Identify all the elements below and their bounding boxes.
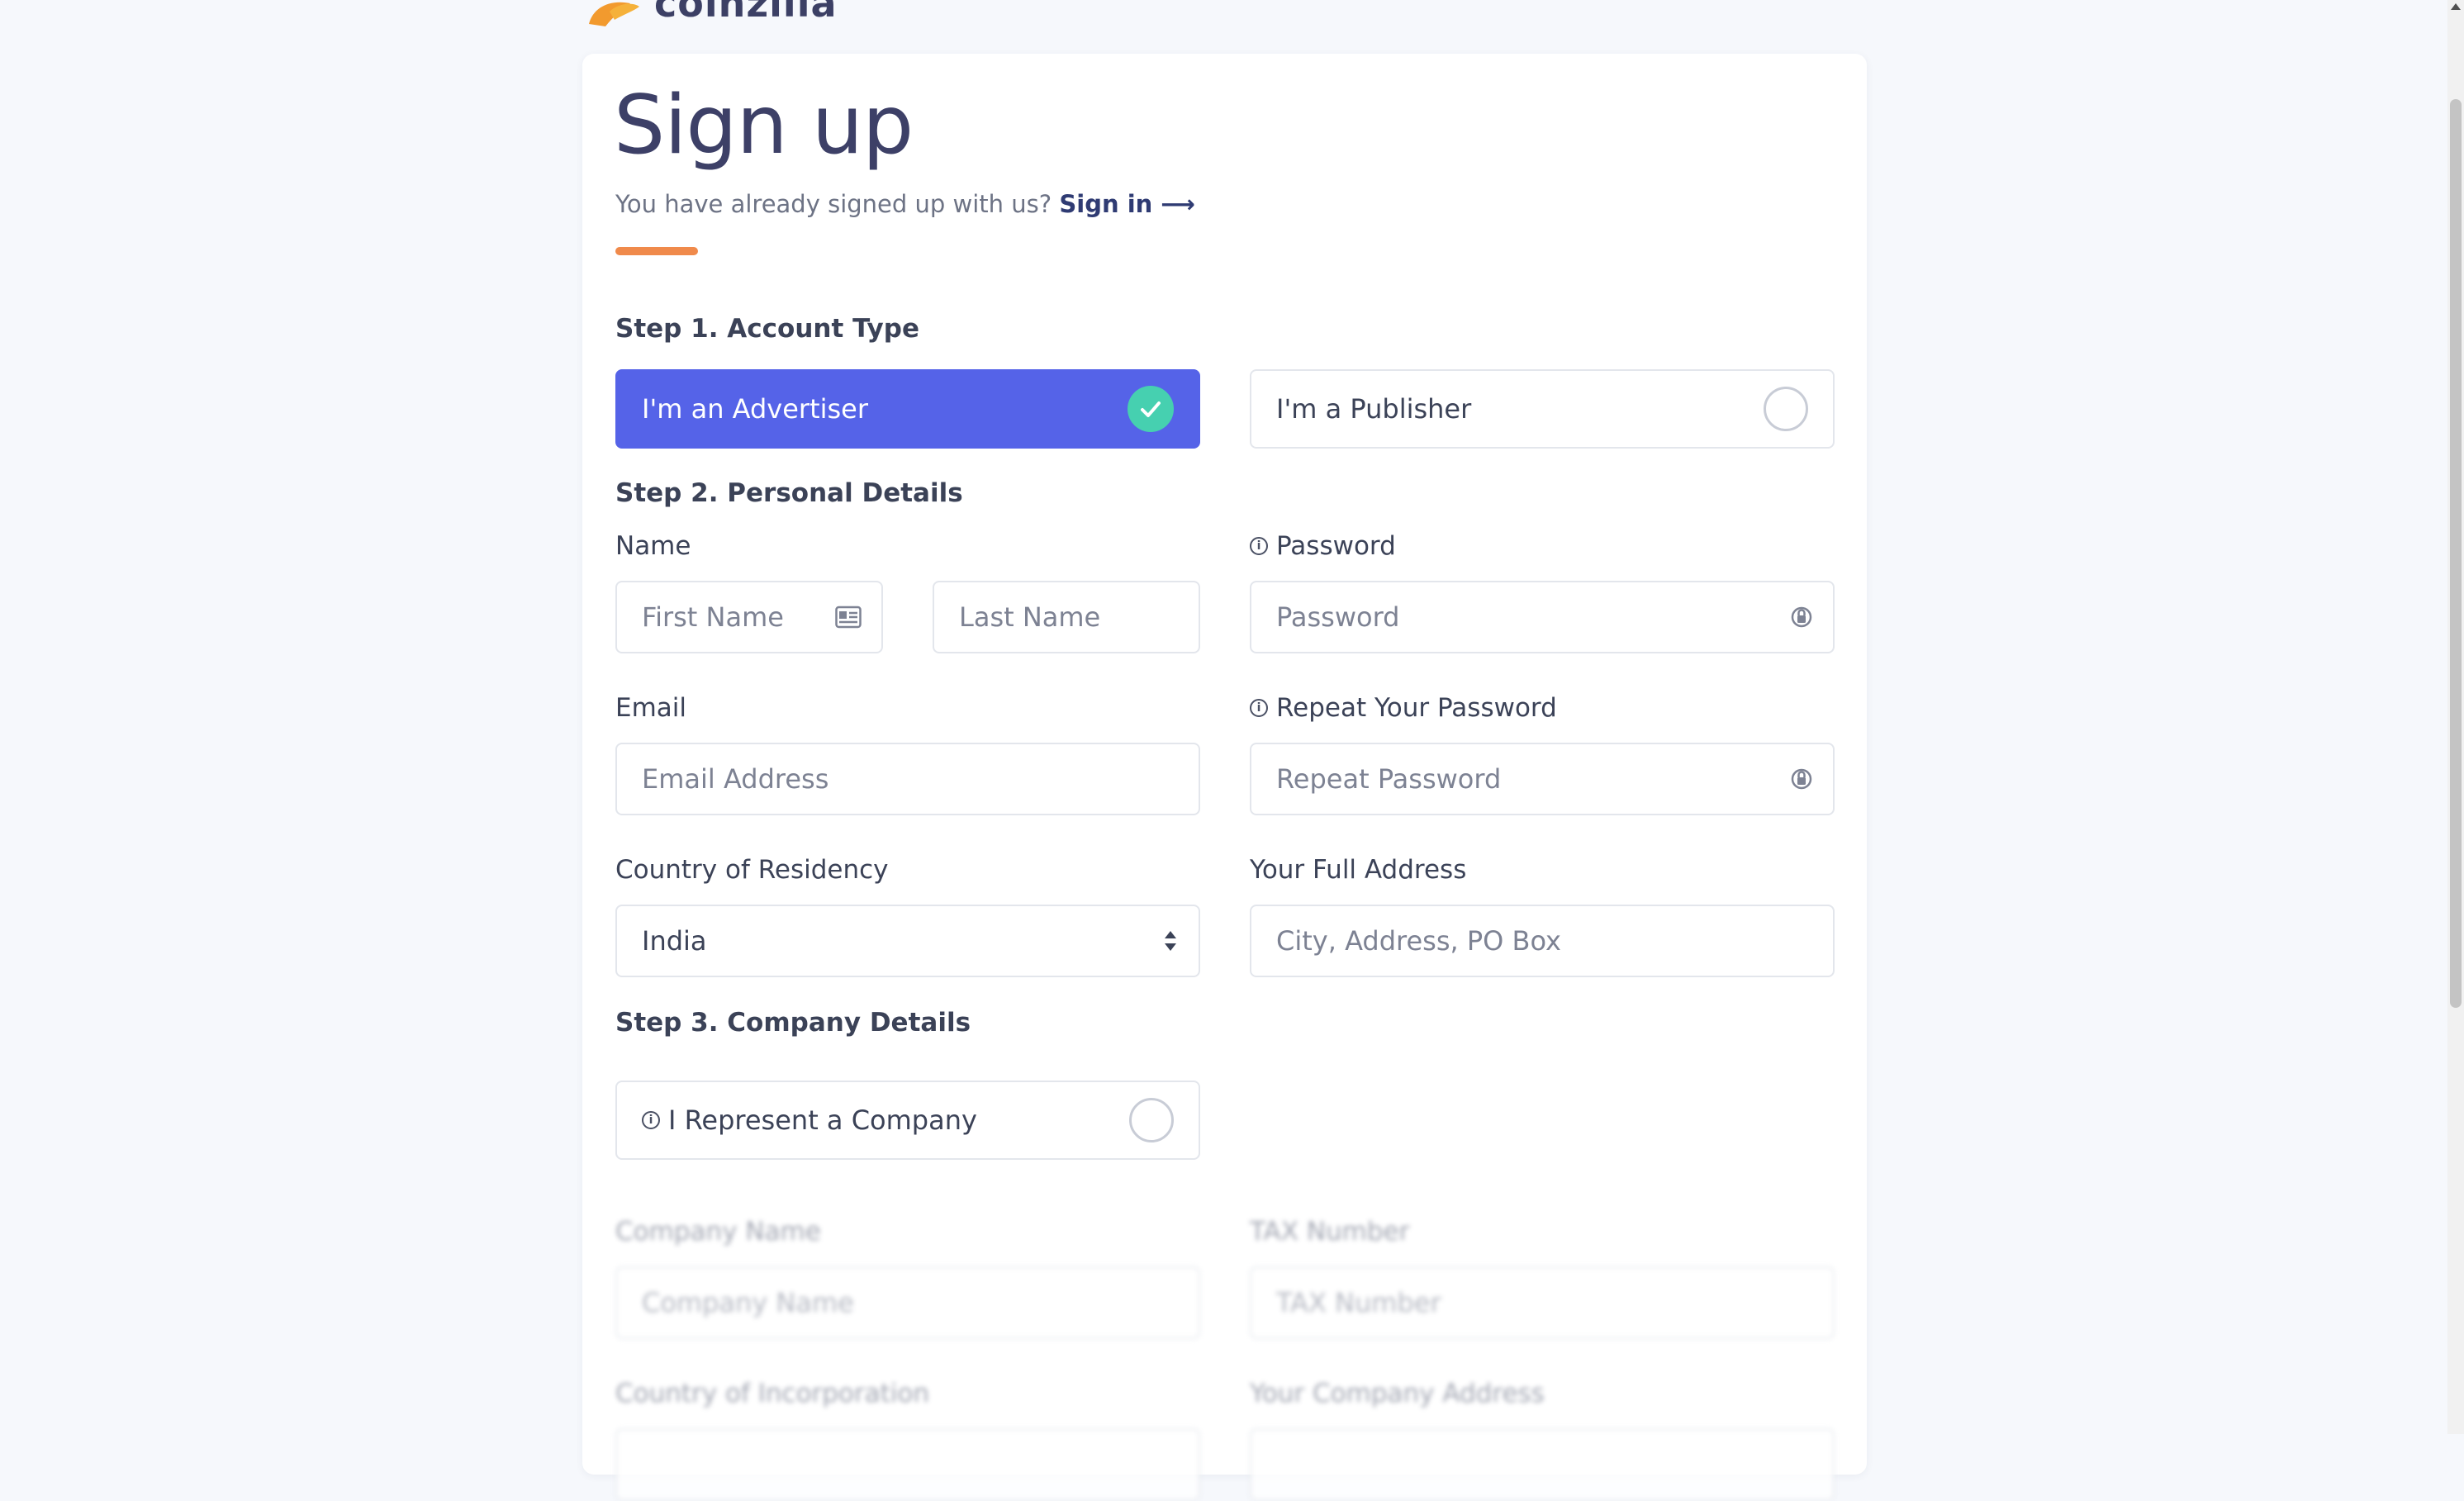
advertiser-option-label: I'm an Advertiser <box>642 393 869 425</box>
signup-card: Sign up You have already signed up with … <box>582 54 1867 1501</box>
password-manager-icon[interactable] <box>1790 604 1813 630</box>
coinzilla-logo-icon <box>589 2 639 26</box>
tax-number-placeholder: TAX Number <box>1276 1287 1441 1318</box>
country-select-value: India <box>642 925 707 957</box>
country-incorporation-field <box>615 1428 1200 1501</box>
repeat-password-placeholder: Repeat Password <box>1276 763 1502 795</box>
name-label: Name <box>615 531 691 561</box>
company-name-field: Company Name <box>615 1266 1200 1339</box>
password-placeholder: Password <box>1276 601 1400 633</box>
info-icon: i <box>1250 699 1268 717</box>
page-scrollbar[interactable] <box>2447 0 2464 1434</box>
first-name-field[interactable]: First Name <box>615 581 883 653</box>
signin-prompt-text: You have already signed up with us? <box>615 190 1052 218</box>
repeat-password-field[interactable]: Repeat Password <box>1250 743 1835 815</box>
first-name-placeholder: First Name <box>642 601 784 633</box>
password-field[interactable]: Password <box>1250 581 1835 653</box>
publisher-option[interactable]: I'm a Publisher <box>1250 369 1835 449</box>
signin-link[interactable]: Sign in ⟶ <box>1059 190 1195 218</box>
radio-circle-icon <box>1764 387 1808 431</box>
address-placeholder: City, Address, PO Box <box>1276 925 1561 957</box>
scrollbar-thumb[interactable] <box>2450 99 2462 1008</box>
publisher-option-label: I'm a Publisher <box>1276 393 1472 425</box>
address-field[interactable]: City, Address, PO Box <box>1250 905 1835 977</box>
tax-number-field: TAX Number <box>1250 1266 1835 1339</box>
country-select[interactable]: India <box>615 905 1200 977</box>
password-label-text: Password <box>1276 531 1396 561</box>
scroll-up-arrow-icon[interactable] <box>2451 3 2461 10</box>
company-address-label: Your Company Address <box>1250 1379 1545 1408</box>
tax-number-label: TAX Number <box>1250 1217 1410 1247</box>
radio-circle-icon <box>1129 1098 1174 1142</box>
email-field[interactable]: Email Address <box>615 743 1200 815</box>
brand-name: coinzilla <box>654 0 838 26</box>
password-label: i Password <box>1250 531 1396 561</box>
checkmark-icon <box>1128 386 1174 432</box>
signin-prompt: You have already signed up with us? Sign… <box>615 190 1195 218</box>
company-name-label: Company Name <box>615 1217 821 1247</box>
repeat-password-label: i Repeat Your Password <box>1250 693 1557 723</box>
step1-heading: Step 1. Account Type <box>615 314 919 344</box>
step2-heading: Step 2. Personal Details <box>615 478 963 508</box>
represent-company-option[interactable]: i I Represent a Company <box>615 1081 1200 1160</box>
company-name-placeholder: Company Name <box>642 1287 854 1318</box>
step3-heading: Step 3. Company Details <box>615 1008 971 1038</box>
repeat-password-label-text: Repeat Your Password <box>1276 693 1557 723</box>
represent-company-label: I Represent a Company <box>668 1104 977 1136</box>
title-accent-bar <box>615 247 698 255</box>
country-label: Country of Residency <box>615 855 889 885</box>
page-title: Sign up <box>614 78 914 173</box>
last-name-placeholder: Last Name <box>959 601 1101 633</box>
email-placeholder: Email Address <box>642 763 829 795</box>
address-label: Your Full Address <box>1250 855 1467 885</box>
company-address-field <box>1250 1428 1835 1501</box>
id-card-icon <box>835 606 862 629</box>
password-manager-icon[interactable] <box>1790 766 1813 792</box>
info-icon: i <box>1250 537 1268 555</box>
email-label: Email <box>615 693 687 723</box>
country-incorporation-label: Country of Incorporation <box>615 1379 930 1408</box>
brand-logo[interactable]: coinzilla <box>585 0 838 28</box>
last-name-field[interactable]: Last Name <box>933 581 1200 653</box>
advertiser-option[interactable]: I'm an Advertiser <box>615 369 1200 449</box>
select-arrows-icon <box>1165 931 1176 951</box>
info-icon: i <box>642 1111 660 1129</box>
